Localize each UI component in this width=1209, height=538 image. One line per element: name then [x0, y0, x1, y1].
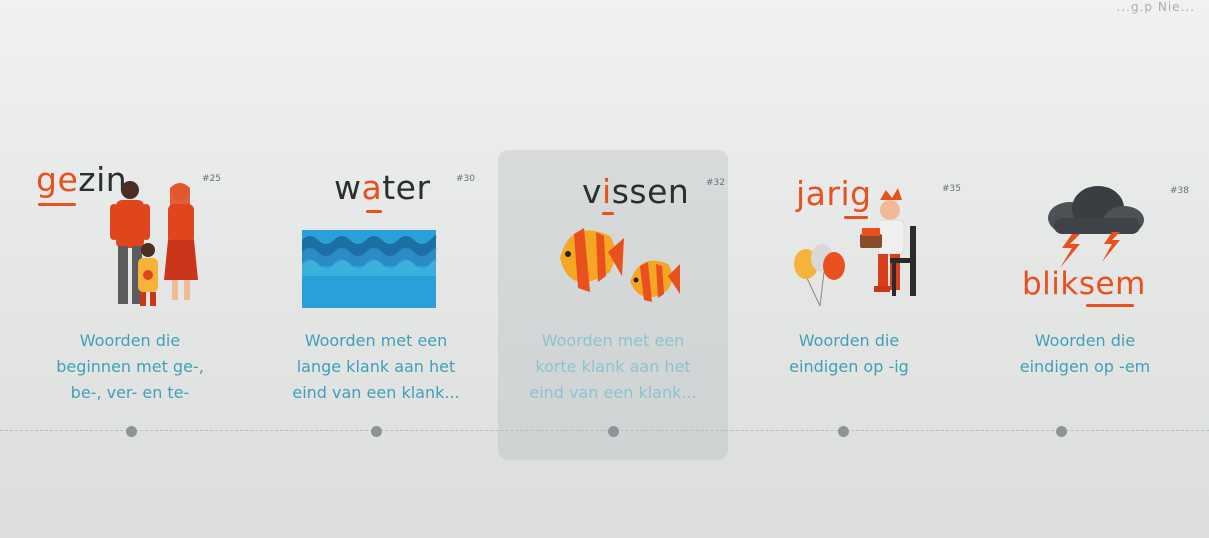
card-number: #30	[456, 174, 475, 184]
waves-icon	[302, 230, 437, 308]
birthday-icon	[794, 188, 916, 307]
lesson-card-water[interactable]: water #30 Woorden met een lange klank aa…	[290, 150, 490, 460]
timeline-line	[0, 430, 1209, 431]
word-underline	[1086, 304, 1134, 307]
top-bar-text: ...g.p Nie...	[1116, 0, 1195, 14]
fish-icon	[560, 228, 680, 302]
card-number: #32	[706, 178, 725, 188]
card-word: bliksem	[1022, 266, 1146, 302]
card-description[interactable]: Woorden die eindigen op -ig	[744, 328, 954, 380]
word-underline	[366, 210, 382, 213]
thunderstorm-icon	[1048, 186, 1144, 268]
card-number: #38	[1170, 186, 1189, 196]
timeline-dot[interactable]	[608, 426, 619, 437]
card-description[interactable]: Woorden met een lange klank aan het eind…	[271, 328, 481, 406]
lesson-card-gezin[interactable]: gezin #25 Woorden die beginnen met ge-, …	[30, 150, 230, 460]
card-description[interactable]: Woorden die eindigen op -em	[980, 328, 1190, 380]
timeline-dot[interactable]	[838, 426, 849, 437]
lesson-card-bliksem[interactable]: #38 bliksem Woorden die eindigen op -em	[990, 150, 1200, 460]
word-underline	[38, 203, 76, 206]
card-description[interactable]: Woorden die beginnen met ge-, be-, ver- …	[25, 328, 235, 406]
timeline-dot[interactable]	[126, 426, 137, 437]
timeline-dot[interactable]	[1056, 426, 1067, 437]
card-word: water	[334, 168, 431, 207]
lesson-card-vissen[interactable]: vissen #32 Woorden met een korte klank a…	[498, 150, 728, 460]
lesson-card-jarig[interactable]: jarig #35 Woorden die eindigen op -ig	[760, 150, 970, 460]
card-description[interactable]: Woorden met een korte klank aan het eind…	[508, 328, 718, 406]
card-word: vissen	[582, 172, 690, 211]
family-icon	[110, 181, 198, 306]
timeline-dot[interactable]	[371, 426, 382, 437]
